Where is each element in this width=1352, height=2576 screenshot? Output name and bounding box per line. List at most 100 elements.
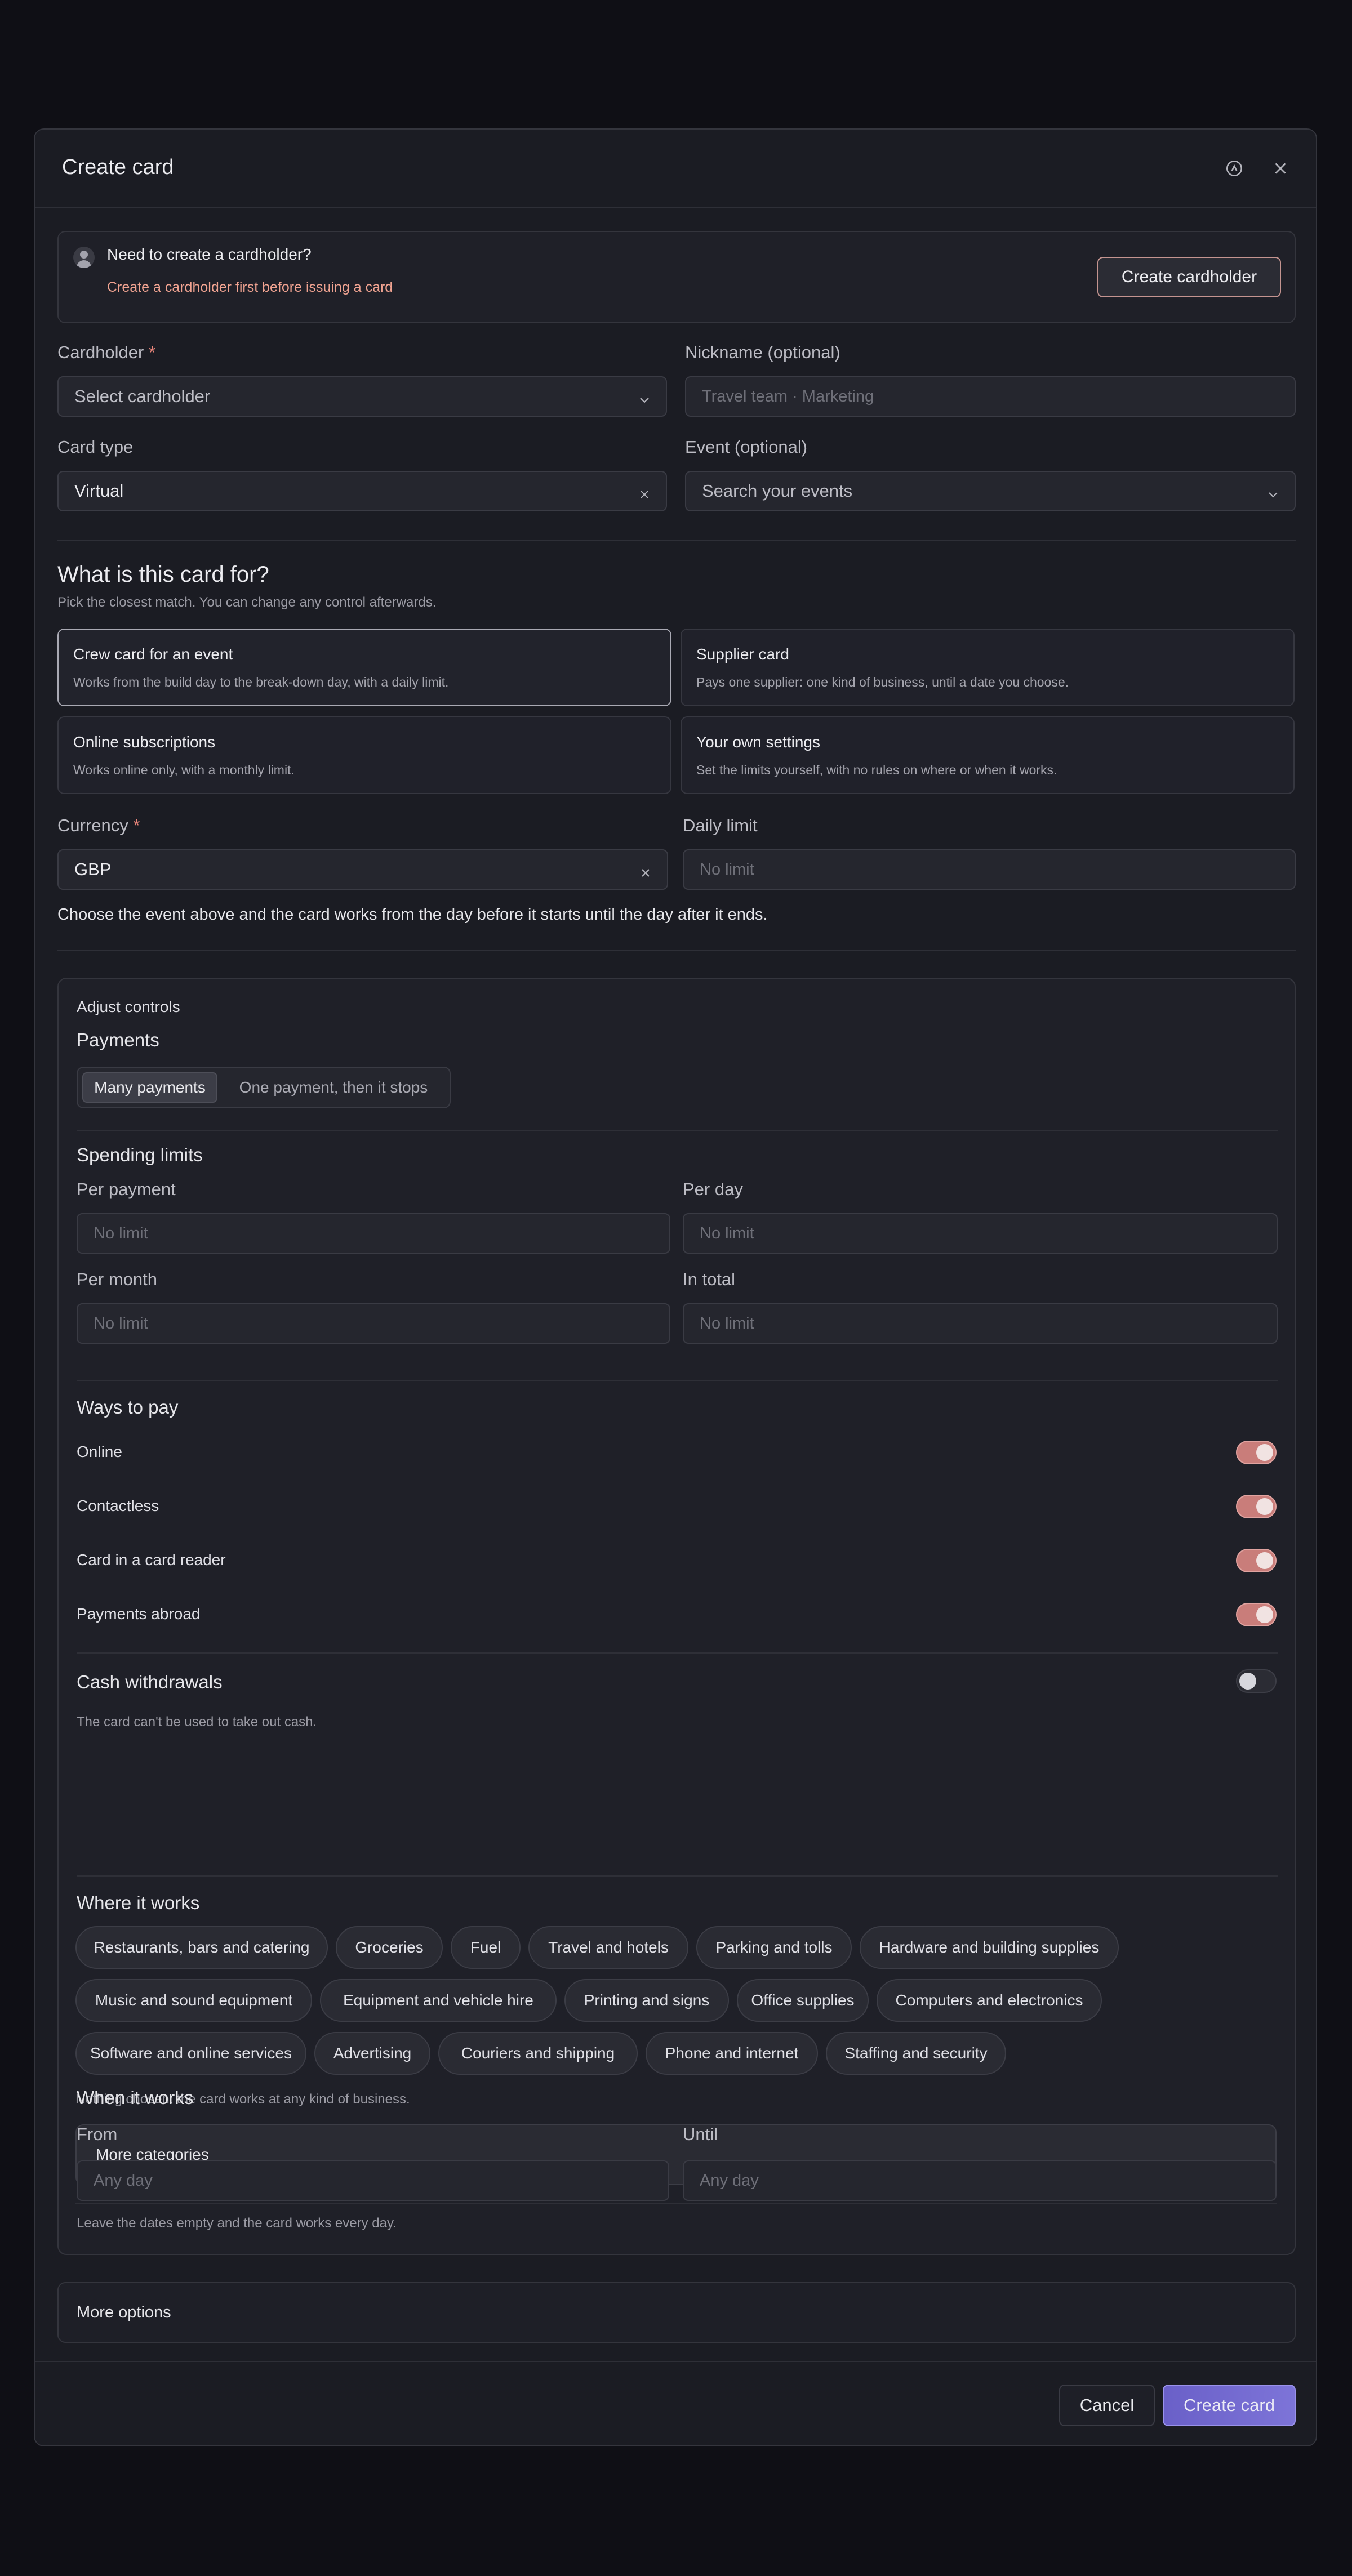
nickname-placeholder: Travel team · Marketing [702,387,874,405]
many-payments-option[interactable]: Many payments [82,1072,217,1103]
event-hint: Choose the event above and the card work… [57,906,768,924]
divider [77,1652,1278,1654]
option-title: Online subscriptions [73,733,216,751]
cardholder-label: Cardholder * [57,342,156,362]
in-total-label: In total [683,1269,736,1289]
divider [77,1130,1278,1131]
nickname-input[interactable]: Travel team · Marketing [685,376,1296,417]
daily-limit-input[interactable]: No limit [683,849,1296,890]
payments-segmented-control: Many payments One payment, then it stops [77,1067,451,1108]
cardholder-banner: Need to create a cardholder? Create a ca… [57,231,1296,323]
option-title: Your own settings [696,733,820,751]
from-placeholder: Any day [94,2171,153,2190]
chip-printing-signs[interactable]: Printing and signs [564,1979,729,2022]
adjust-controls-title: Adjust controls [77,998,180,1015]
chip-restaurants[interactable]: Restaurants, bars and catering [75,1926,328,1969]
cash-withdrawals-heading: Cash withdrawals [77,1672,223,1692]
chip-couriers[interactable]: Couriers and shipping [438,2032,638,2075]
in-total-placeholder: No limit [700,1314,754,1332]
clear-icon[interactable] [638,485,651,499]
ways-to-pay-heading: Ways to pay [77,1397,179,1418]
chip-advertising[interactable]: Advertising [314,2032,430,2075]
chip-fuel[interactable]: Fuel [451,1926,521,1969]
option-own-settings[interactable]: Your own settings Set the limits yoursel… [681,716,1295,794]
until-placeholder: Any day [700,2171,759,2190]
divider [57,950,1296,951]
per-month-input[interactable]: No limit [77,1303,670,1344]
per-payment-placeholder: No limit [94,1224,148,1242]
footer-divider [35,2361,1316,2362]
chevron-down-icon [1266,485,1280,499]
option-online-subscriptions[interactable]: Online subscriptions Works online only, … [57,716,671,794]
event-placeholder: Search your events [702,481,853,501]
payments-heading: Payments [77,1029,159,1050]
card-reader-label: Card in a card reader [77,1551,226,1568]
nickname-label: Nickname (optional) [685,342,840,362]
currency-select[interactable]: GBP [57,849,668,890]
card-reader-toggle[interactable] [1236,1549,1277,1572]
divider [77,1875,1278,1877]
option-supplier-card[interactable]: Supplier card Pays one supplier: one kin… [681,629,1295,706]
close-icon[interactable] [1271,159,1290,178]
chip-groceries[interactable]: Groceries [336,1926,443,1969]
chip-software[interactable]: Software and online services [75,2032,306,2075]
event-search-select[interactable]: Search your events [685,471,1296,511]
in-total-input[interactable]: No limit [683,1303,1278,1344]
cardholder-select[interactable]: Select cardholder [57,376,667,417]
option-title: Crew card for an event [73,645,233,663]
online-toggle[interactable] [1236,1441,1277,1464]
payments-abroad-toggle[interactable] [1236,1603,1277,1626]
from-date-input[interactable]: Any day [77,2160,669,2201]
chip-parking-tolls[interactable]: Parking and tolls [696,1926,852,1969]
until-date-input[interactable]: Any day [683,2160,1277,2201]
option-description: Works from the build day to the break-do… [73,675,449,689]
chip-equipment-hire[interactable]: Equipment and vehicle hire [320,1979,557,2022]
chip-staffing-security[interactable]: Staffing and security [826,2032,1006,2075]
event-label: Event (optional) [685,437,808,457]
spending-limits-heading: Spending limits [77,1144,203,1165]
cardholder-select-placeholder: Select cardholder [74,386,211,406]
clear-icon[interactable] [639,864,652,877]
chevron-down-icon [638,391,651,404]
per-payment-input[interactable]: No limit [77,1213,670,1254]
cancel-button[interactable]: Cancel [1059,2385,1155,2426]
per-day-label: Per day [683,1179,743,1199]
card-type-select[interactable]: Virtual [57,471,667,511]
chip-phone-internet[interactable]: Phone and internet [646,2032,818,2075]
payments-abroad-label: Payments abroad [77,1605,201,1623]
help-icon[interactable] [1225,159,1244,178]
user-avatar-icon [73,247,95,268]
per-month-label: Per month [77,1269,158,1289]
card-type-label: Card type [57,437,134,457]
per-day-input[interactable]: No limit [683,1213,1278,1254]
chip-travel-hotels[interactable]: Travel and hotels [528,1926,688,1969]
option-crew-card[interactable]: Crew card for an event Works from the bu… [57,629,671,706]
purpose-heading: What is this card for? [57,562,269,587]
contactless-label: Contactless [77,1497,159,1514]
more-options-button[interactable]: More options [57,2282,1296,2343]
create-card-dialog: Create card Need to create a cardholder?… [34,128,1317,2446]
currency-value: GBP [74,859,112,879]
daily-limit-placeholder: No limit [700,860,754,879]
chip-music-sound[interactable]: Music and sound equipment [75,1979,312,2022]
one-payment-option[interactable]: One payment, then it stops [220,1072,447,1103]
contactless-toggle[interactable] [1236,1495,1277,1518]
banner-subtitle: Create a cardholder first before issuing… [107,279,393,295]
create-card-button[interactable]: Create card [1163,2385,1296,2426]
option-description: Set the limits yourself, with no rules o… [696,763,1057,777]
where-it-works-heading: Where it works [77,1892,200,1913]
daily-limit-label: Daily limit [683,815,758,835]
divider [57,540,1296,541]
create-cardholder-button[interactable]: Create cardholder [1097,257,1281,297]
chip-computers[interactable]: Computers and electronics [877,1979,1102,2022]
purpose-subtitle: Pick the closest match. You can change a… [57,595,437,610]
banner-title: Need to create a cardholder? [107,246,312,263]
cash-withdrawals-note: The card can't be used to take out cash. [77,1714,317,1730]
chip-hardware[interactable]: Hardware and building supplies [860,1926,1119,1969]
option-title: Supplier card [696,645,789,663]
chip-office-supplies[interactable]: Office supplies [737,1979,869,2022]
option-description: Works online only, with a monthly limit. [73,763,295,777]
currency-label: Currency * [57,815,140,835]
cash-withdrawals-toggle[interactable] [1236,1669,1277,1693]
card-type-value: Virtual [74,481,124,501]
